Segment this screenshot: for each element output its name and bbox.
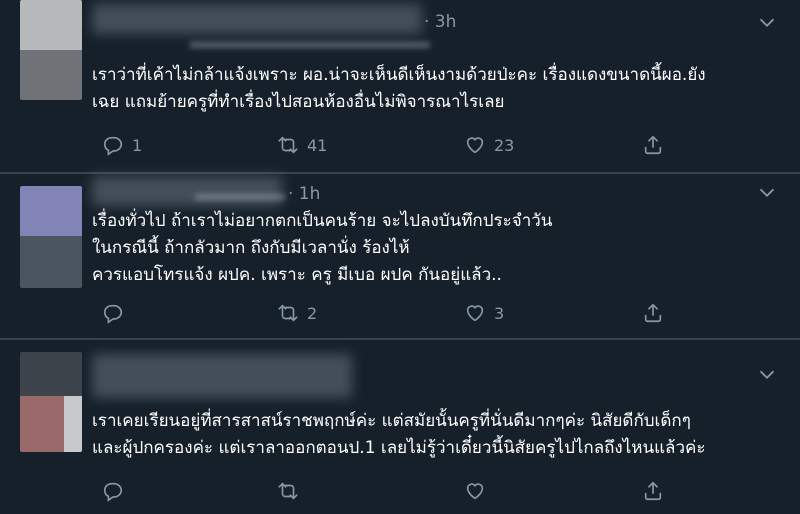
tweet-time[interactable]: · 3h: [424, 12, 456, 32]
retweet-icon: [278, 136, 298, 154]
share-button[interactable]: [642, 476, 664, 506]
chevron-down-icon[interactable]: [756, 12, 778, 34]
like-button[interactable]: [464, 476, 494, 506]
like-count: 3: [494, 303, 505, 323]
retweet-count: 2: [307, 303, 318, 323]
tweet-text: เรื่องทั่วไป ถ้าเราไม่อยากตกเป็นคนร้าย จ…: [92, 211, 553, 285]
like-button[interactable]: 3: [464, 298, 504, 328]
author-handle: [195, 194, 285, 200]
tweet-actions: 2 3: [92, 298, 772, 328]
chevron-down-icon[interactable]: [756, 364, 778, 386]
like-icon: [466, 483, 484, 500]
tweet-1[interactable]: · 3h เราว่าที่เค้าไม่กล้าแจ้งเพราะ ผอ.น่…: [0, 0, 800, 172]
tweet-text: เราเคยเรียนอยู่ที่สารสาสน์ราชพฤกษ์ค่ะ แต…: [92, 411, 706, 458]
retweet-icon: [278, 304, 298, 322]
like-icon: [466, 305, 484, 322]
reply-button[interactable]: 1: [102, 130, 142, 160]
retweet-button[interactable]: [277, 476, 307, 506]
share-button[interactable]: [642, 130, 664, 160]
author-name[interactable]: [92, 4, 422, 34]
chevron-down-icon[interactable]: [756, 182, 778, 204]
reply-icon: [103, 304, 123, 324]
reply-icon: [103, 482, 123, 502]
tweet-3[interactable]: เราเคยเรียนอยู่ที่สารสาสน์ราชพฤกษ์ค่ะ แต…: [0, 340, 800, 514]
share-icon: [644, 481, 662, 501]
tweet-2[interactable]: · 1h เรื่องทั่วไป ถ้าเราไม่อยากตกเป็นคนร…: [0, 174, 800, 338]
like-button[interactable]: 23: [464, 130, 514, 160]
reply-icon: [103, 136, 123, 156]
retweet-button[interactable]: 41: [277, 130, 327, 160]
tweet-actions: 1 41 23: [92, 130, 772, 160]
share-icon: [644, 303, 662, 323]
retweet-icon: [278, 482, 298, 500]
share-button[interactable]: [642, 298, 664, 328]
reply-button[interactable]: [102, 298, 132, 328]
avatar[interactable]: [20, 352, 82, 452]
reply-count: 1: [132, 135, 143, 155]
like-icon: [466, 137, 484, 154]
avatar[interactable]: [20, 0, 82, 100]
author-name[interactable]: [92, 354, 352, 398]
tweet-time[interactable]: · 1h: [288, 184, 320, 204]
retweet-count: 41: [307, 135, 328, 155]
tweet-actions: [92, 476, 772, 506]
retweet-button[interactable]: 2: [277, 298, 317, 328]
reply-button[interactable]: [102, 476, 132, 506]
tweet-text: เราว่าที่เค้าไม่กล้าแจ้งเพราะ ผอ.น่าจะเห…: [92, 65, 706, 112]
share-icon: [644, 135, 662, 155]
author-handle: [190, 42, 430, 48]
author-name[interactable]: [92, 176, 282, 206]
like-count: 23: [494, 135, 515, 155]
avatar[interactable]: [20, 186, 82, 288]
